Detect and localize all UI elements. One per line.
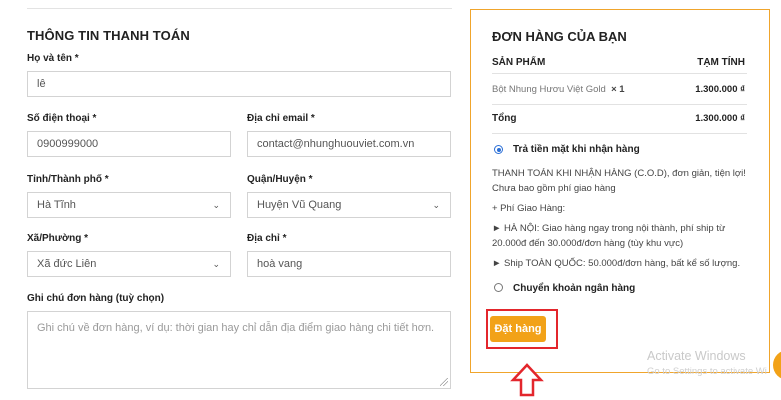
total-value: 1.300.000 ₫ bbox=[695, 113, 745, 124]
ward-label: Xã/Phường * bbox=[27, 233, 89, 244]
divider bbox=[492, 104, 747, 105]
total-label: Tổng bbox=[492, 113, 517, 124]
province-select[interactable]: Hà Tĩnh ⌄ bbox=[27, 192, 231, 218]
ward-value: Xã đức Liên bbox=[37, 258, 97, 270]
order-title: ĐƠN HÀNG CỦA BẠN bbox=[492, 29, 627, 44]
district-value: Huyện Vũ Quang bbox=[257, 199, 342, 211]
name-input[interactable]: lê bbox=[27, 71, 451, 97]
chevron-down-icon: ⌄ bbox=[432, 200, 440, 210]
product-price: 1.300.000 ₫ bbox=[695, 84, 745, 95]
address-input[interactable]: hoà vang bbox=[247, 251, 451, 277]
cod-description-1: THANH TOÁN KHI NHẬN HÀNG (C.O.D), đơn gi… bbox=[492, 168, 746, 194]
phone-label: Số điện thoại * bbox=[27, 113, 97, 124]
divider bbox=[492, 133, 747, 134]
payment-cod-radio[interactable] bbox=[494, 145, 503, 154]
place-order-button[interactable]: Đặt hàng bbox=[490, 316, 546, 342]
district-label: Quận/Huyện * bbox=[247, 174, 313, 185]
name-value: lê bbox=[37, 78, 46, 90]
payment-bank-radio[interactable] bbox=[494, 283, 503, 292]
product-name-text: Bột Nhung Hươu Việt Gold bbox=[492, 84, 606, 95]
watermark-subtitle: Go to Settings to activate Wi bbox=[647, 366, 767, 377]
ward-select[interactable]: Xã đức Liên ⌄ bbox=[27, 251, 231, 277]
product-name: Bột Nhung Hươu Việt Gold × 1 bbox=[492, 84, 625, 95]
phone-value: 0900999000 bbox=[37, 138, 99, 150]
chevron-down-icon: ⌄ bbox=[212, 259, 220, 269]
address-value: hoà vang bbox=[257, 258, 303, 270]
watermark-title: Activate Windows bbox=[647, 349, 746, 363]
product-qty: × 1 bbox=[611, 84, 625, 95]
email-value: contact@nhunghuouviet.com.vn bbox=[257, 138, 415, 150]
notes-textarea[interactable]: Ghi chú về đơn hàng, ví dụ: thời gian ha… bbox=[27, 311, 451, 389]
resize-handle[interactable] bbox=[440, 378, 448, 386]
cod-description-3: ► HÀ NỘI: Giao hàng ngay trong nội thành… bbox=[492, 223, 726, 249]
divider bbox=[27, 8, 452, 9]
email-label: Địa chỉ email * bbox=[247, 113, 315, 124]
district-select[interactable]: Huyện Vũ Quang ⌄ bbox=[247, 192, 451, 218]
email-input[interactable]: contact@nhunghuouviet.com.vn bbox=[247, 131, 451, 157]
payment-bank-label[interactable]: Chuyển khoản ngân hàng bbox=[513, 283, 635, 294]
column-subtotal: TẠM TÍNH bbox=[697, 57, 745, 68]
notes-label: Ghi chú đơn hàng (tuỳ chọn) bbox=[27, 293, 165, 304]
arrow-up-icon bbox=[510, 363, 544, 397]
billing-title: THÔNG TIN THANH TOÁN bbox=[27, 28, 190, 43]
notes-placeholder: Ghi chú về đơn hàng, ví dụ: thời gian ha… bbox=[37, 322, 435, 334]
chat-widget-icon[interactable] bbox=[773, 350, 781, 380]
province-value: Hà Tĩnh bbox=[37, 199, 76, 211]
phone-input[interactable]: 0900999000 bbox=[27, 131, 231, 157]
address-label: Địa chỉ * bbox=[247, 233, 287, 244]
divider bbox=[492, 73, 747, 74]
payment-cod-label[interactable]: Trả tiền mặt khi nhận hàng bbox=[513, 144, 640, 155]
province-label: Tỉnh/Thành phố * bbox=[27, 174, 109, 185]
name-label: Họ và tên * bbox=[27, 53, 79, 64]
cod-description-2: + Phí Giao Hàng: bbox=[492, 203, 566, 214]
cod-description-4: ► Ship TOÀN QUỐC: 50.000đ/đơn hàng, bất … bbox=[492, 258, 741, 269]
column-product: SẢN PHẨM bbox=[492, 57, 546, 68]
chevron-down-icon: ⌄ bbox=[212, 200, 220, 210]
